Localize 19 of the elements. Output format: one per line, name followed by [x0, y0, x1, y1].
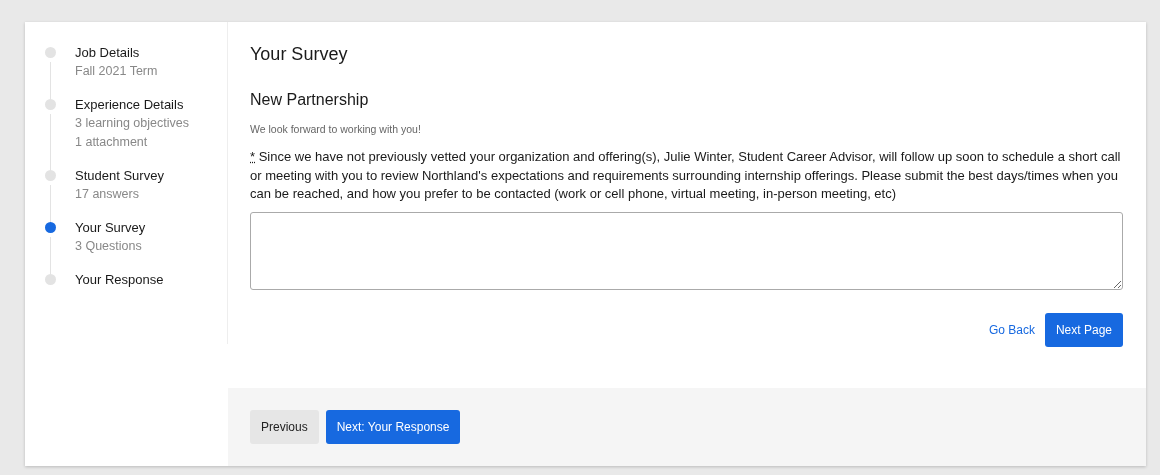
section-title: New Partnership — [250, 91, 370, 109]
previous-button[interactable]: Previous — [250, 410, 319, 444]
answer-field[interactable] — [250, 211, 1123, 290]
step-detail: 3 learning objectives — [75, 115, 189, 132]
step-title[interactable]: Your Survey — [75, 219, 146, 237]
step-title[interactable]: Your Response — [75, 271, 164, 289]
intro-text: We look forward to working with you! — [250, 123, 422, 135]
go-back-link[interactable]: Go Back — [988, 322, 1035, 337]
step-title[interactable]: Experience Details — [75, 96, 189, 114]
step-title[interactable]: Student Survey — [75, 167, 164, 185]
step-detail: 1 attachment — [75, 134, 149, 151]
step-detail: 17 answers — [75, 186, 140, 203]
step-title[interactable]: Job Details — [75, 44, 158, 62]
next-button[interactable]: Next: Your Response — [325, 410, 461, 444]
step-detail: Fall 2021 Term — [75, 63, 158, 80]
step-detail: 3 Questions — [75, 238, 143, 255]
next-page-button[interactable]: Next Page — [1044, 312, 1123, 347]
question-text: * Since we have not previously vetted your organization and offering(s), Julie Winter, Student Career Advisor, will follow up soon to schedule a short call or meeting with you to review Northland's expectations and requirements surrounding internship offerings. Please submit the best days/times when you can be reached, and how you prefer to be contacted (work or cell phone, virtual meeting, in-person meeting, etc) — [250, 148, 1122, 203]
page-title: Your Survey — [250, 44, 349, 65]
